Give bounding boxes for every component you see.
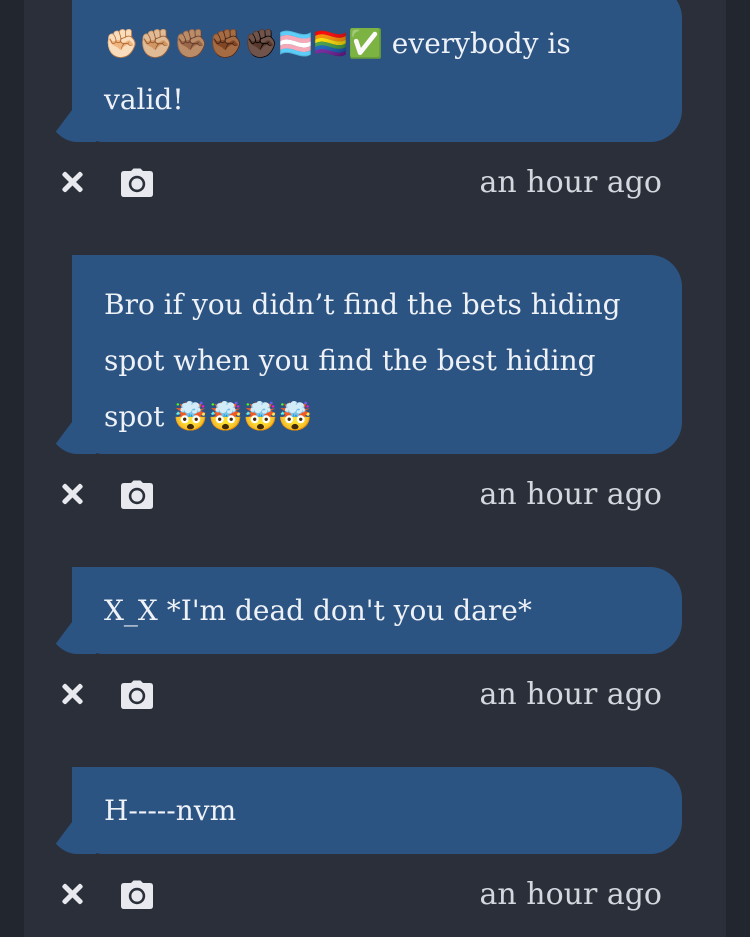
message-actions: an hour ago (24, 158, 726, 214)
message-timestamp: an hour ago (479, 877, 662, 912)
message-bubble: X_X *I'm dead don't you dare* (72, 567, 682, 654)
camera-icon[interactable] (120, 680, 154, 710)
left-gutter (0, 0, 24, 937)
close-icon[interactable] (58, 680, 86, 708)
message-feed[interactable]: ✊🏻✊🏼✊🏽✊🏾✊🏿🏳️‍⚧️🏳️‍🌈✅ everybody is valid!… (24, 0, 726, 937)
camera-icon[interactable] (120, 880, 154, 910)
close-icon[interactable] (58, 480, 86, 508)
message-timestamp: an hour ago (479, 677, 662, 712)
message-timestamp: an hour ago (479, 165, 662, 200)
camera-icon[interactable] (120, 168, 154, 198)
message-text: X_X *I'm dead don't you dare* (104, 594, 532, 627)
message-text: Bro if you didn’t find the bets hiding s… (104, 288, 621, 433)
close-icon[interactable] (58, 168, 86, 196)
message-actions: an hour ago (24, 870, 726, 926)
message-bubble: H-----nvm (72, 767, 682, 854)
message-timestamp: an hour ago (479, 477, 662, 512)
close-icon[interactable] (58, 880, 86, 908)
right-gutter (726, 0, 750, 937)
message-text: H-----nvm (104, 794, 237, 827)
camera-icon[interactable] (120, 480, 154, 510)
message-actions: an hour ago (24, 470, 726, 526)
message-bubble: Bro if you didn’t find the bets hiding s… (72, 255, 682, 454)
message-text: ✊🏻✊🏼✊🏽✊🏾✊🏿🏳️‍⚧️🏳️‍🌈✅ everybody is valid! (104, 27, 571, 116)
message-actions: an hour ago (24, 670, 726, 726)
message-bubble: ✊🏻✊🏼✊🏽✊🏾✊🏿🏳️‍⚧️🏳️‍🌈✅ everybody is valid! (72, 0, 682, 142)
